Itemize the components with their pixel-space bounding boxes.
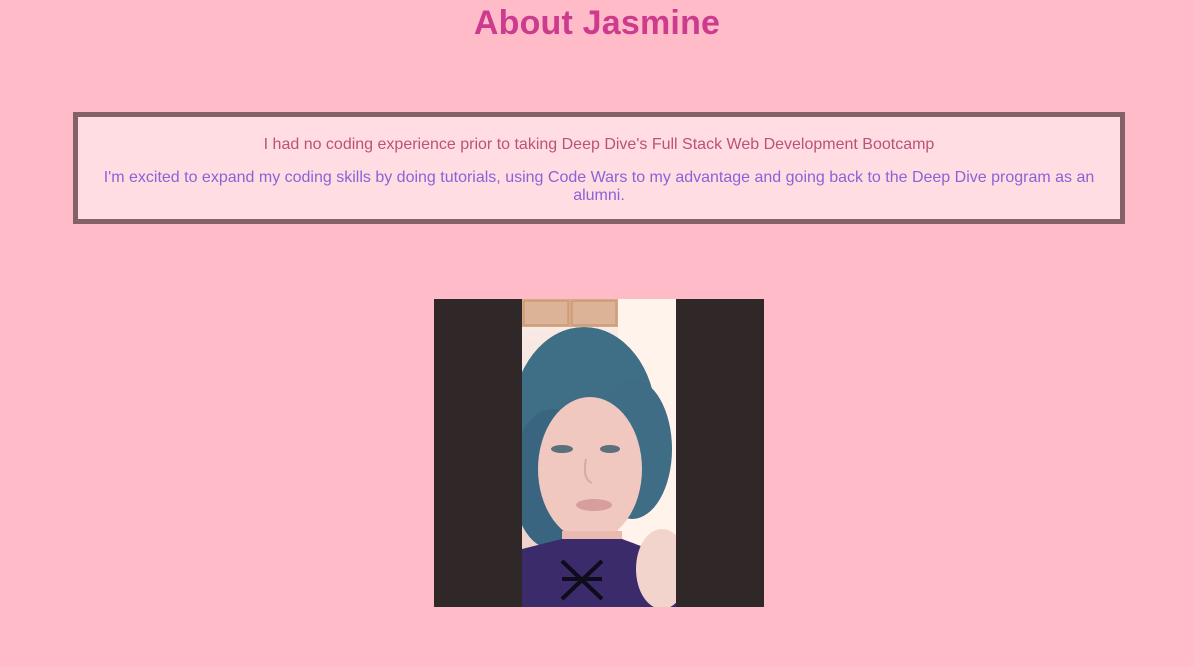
about-page: About Jasmine I had no coding experience… [0, 0, 1194, 667]
about-goals-text: I'm excited to expand my coding skills b… [103, 169, 1095, 204]
portrait-illustration [522, 299, 676, 607]
about-intro-text: I had no coding experience prior to taki… [263, 136, 935, 153]
portrait-photo-center [522, 299, 676, 607]
about-text-box: I had no coding experience prior to taki… [73, 112, 1125, 224]
portrait-photo [434, 299, 764, 607]
page-title: About Jasmine [473, 4, 721, 42]
